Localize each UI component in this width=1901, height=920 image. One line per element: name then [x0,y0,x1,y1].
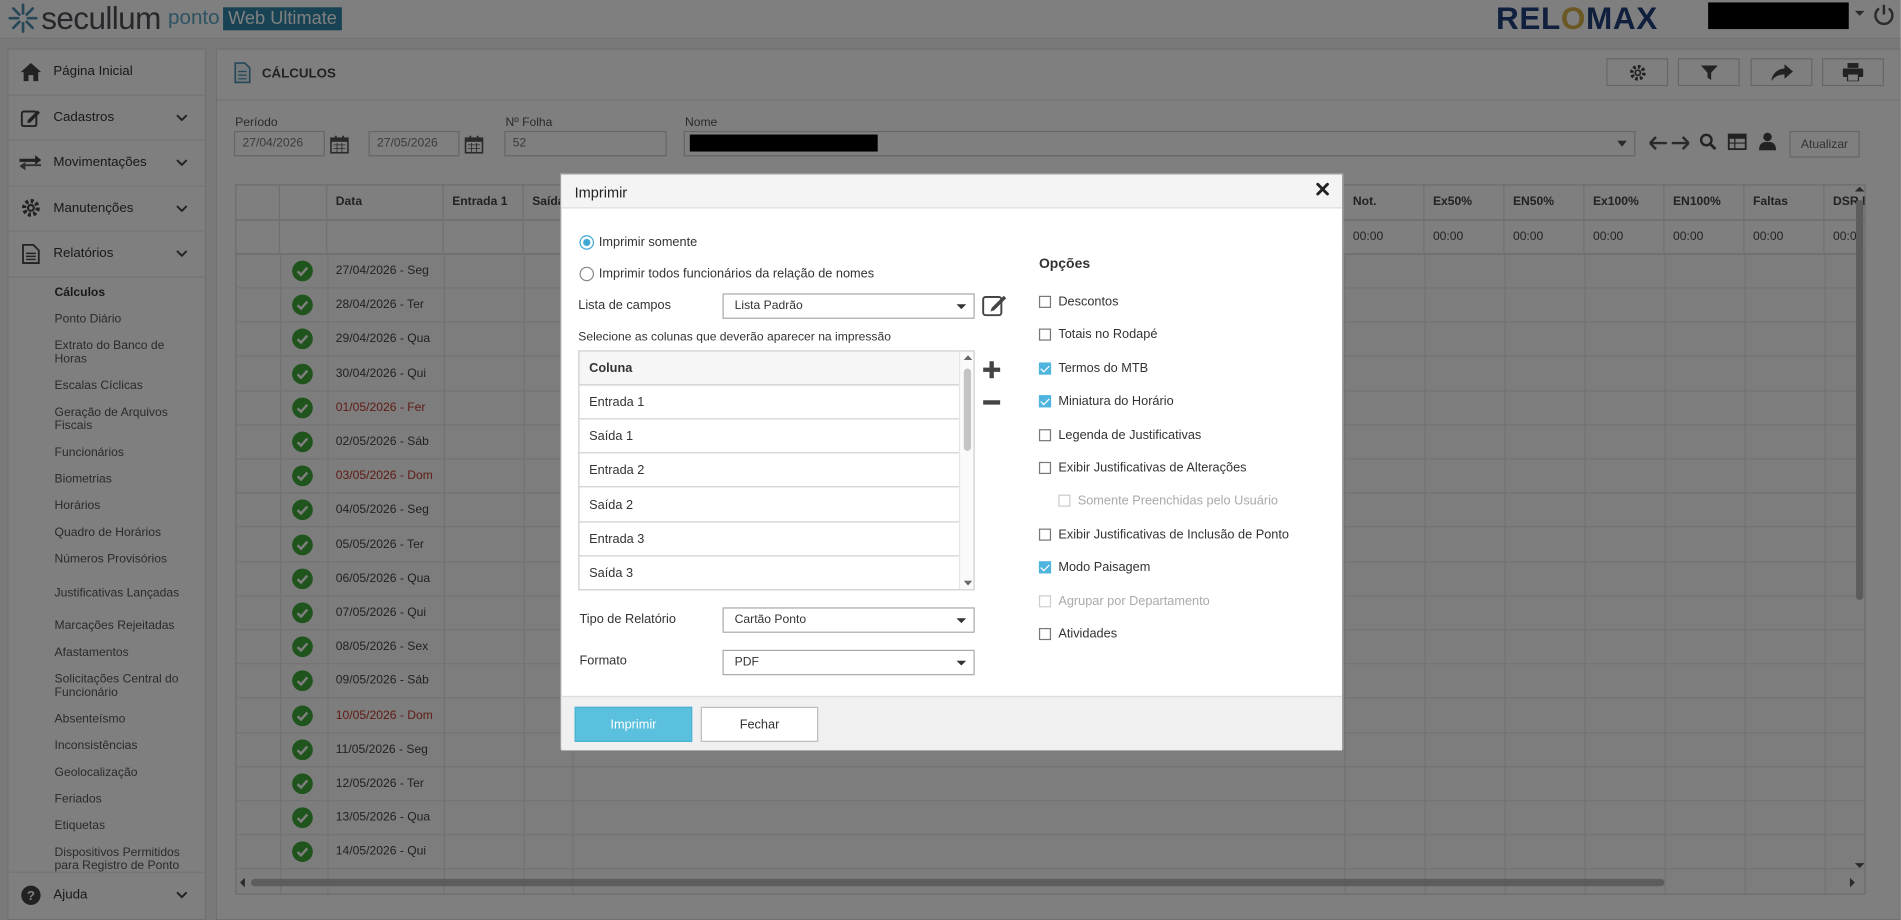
report-type-label: Tipo de Relatório [579,612,676,627]
columns-instruction: Selecione as colunas que deverão aparece… [578,330,891,345]
option-checkbox[interactable] [1038,561,1052,574]
fechar-button[interactable]: Fechar [700,706,819,742]
option-label: Termos do MTB [1058,361,1149,376]
report-type-value: Cartão Ponto [734,613,807,627]
dialog-title: Imprimir [574,184,628,202]
chevron-down-icon [956,304,967,310]
option-checkbox[interactable] [1038,362,1052,375]
list-item[interactable]: Saída 1 [579,420,959,454]
report-type-select[interactable]: Cartão Ponto [722,607,975,633]
option-label: Exibir Justificativas de Alterações [1058,460,1247,476]
field-list-label: Lista de campos [578,298,671,313]
columns-listbox: Coluna Entrada 1 Saída 1 Entrada 2 Saída 2E… [578,350,975,591]
radio-print-all-label: Imprimir todos funcionários da relação d… [598,266,875,282]
print-dialog: Imprimir Imprimir somente Imprimir todos… [560,173,1344,751]
columns-scroll-thumb[interactable] [963,368,972,451]
format-select[interactable]: PDF [722,649,975,676]
option-checkbox [1038,594,1052,607]
dialog-header: Imprimir [561,174,1343,209]
chevron-down-icon [956,660,967,666]
option-label: Modo Paisagem [1058,560,1151,575]
option-label: Totais no Rodapé [1058,327,1158,343]
columns-scrollbar[interactable] [958,351,975,590]
imprimir-button[interactable]: Imprimir [574,706,693,742]
option-checkbox[interactable] [1038,428,1052,441]
radio-print-only-label: Imprimir somente [598,235,698,250]
option-label: Miniatura do Horário [1058,394,1174,409]
option-checkbox[interactable] [1038,627,1052,641]
list-item[interactable]: Entrada 3 [579,522,959,557]
option-checkbox[interactable] [1038,295,1052,308]
option-checkbox[interactable] [1038,461,1052,475]
option-label: Descontos [1058,294,1119,310]
field-list-value: Lista Padrão [734,299,803,313]
option-checkbox[interactable] [1038,329,1052,342]
radio-print-only[interactable] [579,235,595,250]
option-checkbox[interactable] [1038,395,1052,408]
close-icon[interactable] [1314,181,1331,198]
format-value: PDF [734,655,759,670]
chevron-down-icon [956,618,967,624]
app-root: secullum ponto Web Ultimate RELOMAX Pági… [0,0,1901,920]
scroll-up-icon[interactable] [960,352,975,364]
list-item[interactable]: Entrada 1 [579,386,959,420]
options-title: Opções [1038,257,1091,272]
edit-list-icon[interactable] [982,293,1007,317]
option-checkbox [1058,495,1071,508]
option-label: Atividades [1058,626,1118,642]
format-label: Formato [579,653,627,668]
list-item[interactable]: Saída 3 [579,556,958,589]
list-item[interactable]: Entrada 2 [579,454,959,488]
option-label: Agrupar por Departamento [1058,593,1210,609]
add-column-icon[interactable] [982,360,1001,379]
list-item[interactable]: Saída 2 [579,488,959,523]
dialog-footer: Imprimir Fechar [561,695,1343,751]
option-label: Legenda de Justificativas [1058,427,1202,442]
option-label: Somente Preenchidas pelo Usuário [1077,493,1278,509]
scroll-down-icon[interactable] [960,577,975,589]
radio-print-all[interactable] [579,266,595,282]
remove-column-icon[interactable] [982,393,1001,412]
option-checkbox[interactable] [1038,528,1052,541]
option-label: Exibir Justificativas de Inclusão de Pon… [1058,527,1290,542]
field-list-select[interactable]: Lista Padrão [722,293,975,319]
columns-list-header: Coluna [579,351,959,386]
